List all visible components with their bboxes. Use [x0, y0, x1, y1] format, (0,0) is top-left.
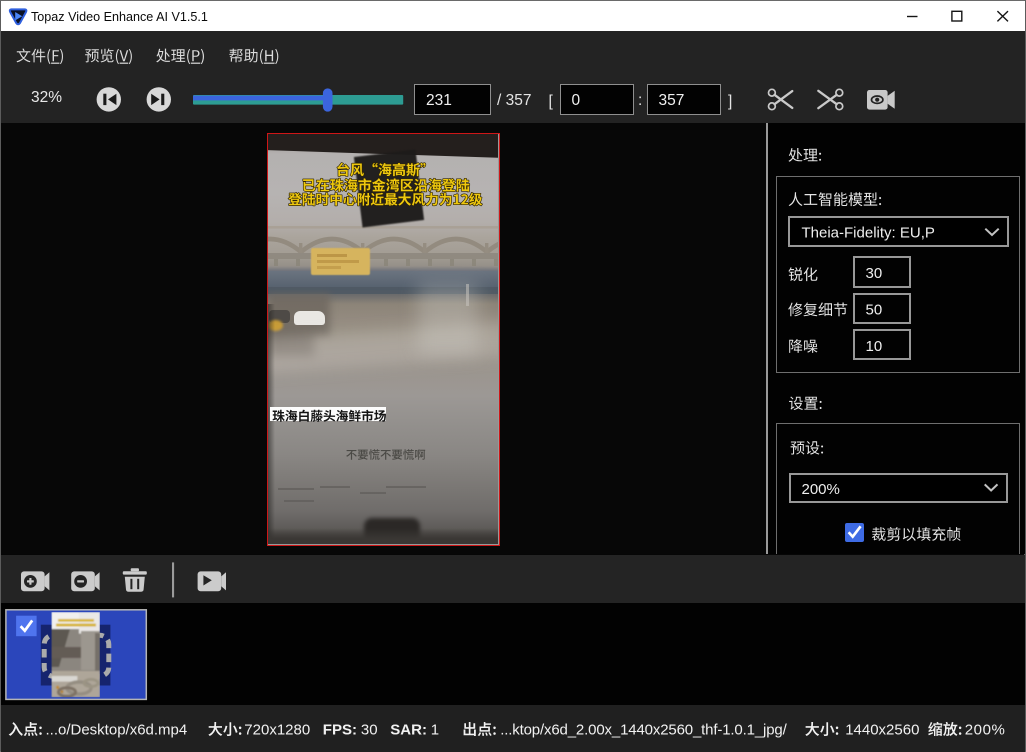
svg-text:SAR:: SAR:	[390, 722, 427, 739]
svg-text:]: ]	[728, 93, 732, 110]
svg-text:720x1280: 720x1280	[244, 722, 310, 739]
svg-text:1440x2560: 1440x2560	[845, 722, 919, 739]
svg-text:1: 1	[431, 722, 439, 739]
svg-text:50: 50	[866, 302, 883, 319]
svg-text:30: 30	[361, 722, 378, 739]
svg-text:231: 231	[426, 92, 452, 109]
svg-text:/ 357: / 357	[497, 92, 531, 109]
svg-text:Theia-Fidelity: EU,P: Theia-Fidelity: EU,P	[802, 225, 935, 242]
svg-text:30: 30	[866, 265, 883, 282]
svg-text:10: 10	[866, 338, 883, 355]
svg-text:...o/Desktop/x6d.mp4: ...o/Desktop/x6d.mp4	[46, 722, 188, 739]
svg-text::: :	[638, 92, 642, 109]
svg-text:0: 0	[572, 92, 581, 109]
svg-text:32%: 32%	[31, 89, 62, 106]
svg-text:Topaz Video Enhance AI V1.5.1: Topaz Video Enhance AI V1.5.1	[31, 10, 208, 24]
svg-text:200%: 200%	[802, 481, 840, 498]
svg-text:[: [	[549, 93, 554, 110]
svg-text:FPS:: FPS:	[323, 722, 357, 739]
svg-text:200%: 200%	[965, 722, 1006, 739]
svg-text:...ktop/x6d_2.00x_1440x2560_th: ...ktop/x6d_2.00x_1440x2560_thf-1.0.1_jp…	[500, 722, 787, 739]
svg-text:357: 357	[659, 92, 685, 109]
